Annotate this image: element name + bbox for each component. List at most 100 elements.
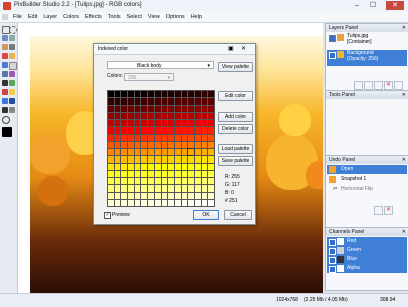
palette-swatch[interactable]: [194, 134, 201, 141]
palette-swatch[interactable]: [208, 178, 214, 185]
palette-swatch[interactable]: [154, 185, 161, 192]
palette-swatch[interactable]: [194, 178, 201, 185]
delete-layer-icon[interactable]: ✕: [384, 81, 393, 90]
palette-swatch[interactable]: [114, 185, 121, 192]
palette-swatch[interactable]: [128, 170, 134, 177]
palette-swatch[interactable]: [108, 178, 114, 185]
palette-swatch[interactable]: [194, 170, 201, 177]
palette-swatch[interactable]: [121, 105, 128, 112]
layer-visibility-checkbox[interactable]: [329, 35, 336, 42]
menu-effects[interactable]: Effects: [82, 14, 105, 20]
channel-visibility-checkbox[interactable]: [329, 248, 336, 255]
palette-swatch[interactable]: [148, 127, 154, 134]
menu-tools[interactable]: Tools: [105, 14, 124, 20]
undo-item-open[interactable]: Open: [327, 165, 407, 174]
palette-swatch[interactable]: [181, 127, 188, 134]
palette-swatch[interactable]: [188, 163, 194, 170]
palette-swatch[interactable]: [194, 98, 201, 105]
palette-swatch[interactable]: [121, 192, 128, 199]
palette-swatch[interactable]: [154, 134, 161, 141]
palette-swatch[interactable]: [141, 141, 148, 148]
palette-swatch[interactable]: [188, 120, 194, 127]
add-color-button[interactable]: Add color: [218, 112, 253, 122]
palette-swatch[interactable]: [148, 199, 154, 206]
palette-swatch[interactable]: [194, 163, 201, 170]
palette-swatch[interactable]: [181, 149, 188, 156]
palette-select[interactable]: Black body ▾: [107, 61, 214, 69]
palette-swatch[interactable]: [181, 105, 188, 112]
preview-checkbox[interactable]: ✓: [104, 212, 111, 219]
new-layer-icon[interactable]: [354, 81, 363, 90]
palette-swatch[interactable]: [161, 163, 168, 170]
close-button[interactable]: ✕: [386, 1, 404, 10]
palette-swatch[interactable]: [208, 170, 214, 177]
palette-swatch[interactable]: [148, 192, 154, 199]
palette-swatch[interactable]: [168, 134, 174, 141]
palette-swatch[interactable]: [201, 134, 208, 141]
brush-icon[interactable]: [9, 53, 15, 59]
palette-swatch[interactable]: [201, 185, 208, 192]
palette-swatch[interactable]: [174, 105, 181, 112]
palette-swatch[interactable]: [141, 105, 148, 112]
channel-row-blue[interactable]: Blue: [327, 255, 407, 264]
palette-swatch[interactable]: [161, 127, 168, 134]
palette-swatch[interactable]: [108, 149, 114, 156]
palette-swatch[interactable]: [154, 199, 161, 206]
palette-swatch[interactable]: [141, 149, 148, 156]
palette-swatch[interactable]: [208, 112, 214, 119]
palette-swatch[interactable]: [181, 120, 188, 127]
palette-swatch[interactable]: [188, 98, 194, 105]
palette-swatch[interactable]: [121, 134, 128, 141]
palette-swatch[interactable]: [181, 163, 188, 170]
palette-swatch[interactable]: [114, 98, 121, 105]
cancel-button[interactable]: Cancel: [224, 210, 252, 220]
palette-swatch[interactable]: [134, 98, 141, 105]
palette-swatch[interactable]: [108, 141, 114, 148]
palette-swatch[interactable]: [201, 105, 208, 112]
palette-swatch[interactable]: [128, 120, 134, 127]
palette-swatch[interactable]: [181, 185, 188, 192]
palette-swatch[interactable]: [108, 185, 114, 192]
palette-swatch[interactable]: [194, 127, 201, 134]
palette-swatch[interactable]: [181, 178, 188, 185]
palette-swatch[interactable]: [187, 147, 195, 157]
palette-swatch[interactable]: [141, 91, 148, 98]
palette-swatch[interactable]: [108, 156, 114, 163]
palette-swatch[interactable]: [168, 112, 174, 119]
palette-swatch[interactable]: [168, 105, 174, 112]
palette-swatch[interactable]: [168, 156, 174, 163]
palette-swatch[interactable]: [168, 141, 174, 148]
palette-swatch[interactable]: [201, 98, 208, 105]
palette-swatch[interactable]: [161, 91, 168, 98]
red-eye-icon[interactable]: [2, 89, 8, 95]
palette-swatch[interactable]: [128, 105, 134, 112]
palette-swatch[interactable]: [141, 178, 148, 185]
palette-swatch[interactable]: [208, 199, 214, 206]
palette-swatch[interactable]: [154, 120, 161, 127]
palette-swatch[interactable]: [168, 199, 174, 206]
palette-swatch[interactable]: [114, 199, 121, 206]
palette-swatch[interactable]: [128, 149, 134, 156]
menu-layer[interactable]: Layer: [40, 14, 60, 20]
palette-swatch[interactable]: [208, 149, 214, 156]
palette-swatch[interactable]: [181, 199, 188, 206]
lasso-icon[interactable]: [2, 35, 8, 41]
palette-swatch[interactable]: [141, 98, 148, 105]
menu-edit[interactable]: Edit: [25, 14, 40, 20]
palette-swatch[interactable]: [188, 112, 194, 119]
palette-swatch[interactable]: [128, 178, 134, 185]
palette-swatch[interactable]: [128, 163, 134, 170]
menu-help[interactable]: Help: [188, 14, 205, 20]
palette-swatch[interactable]: [208, 192, 214, 199]
palette-swatch[interactable]: [108, 127, 114, 134]
palette-swatch[interactable]: [148, 178, 154, 185]
magic-wand-icon[interactable]: [9, 35, 15, 41]
delete-color-button[interactable]: Delete color: [218, 124, 253, 134]
pencil-icon[interactable]: [2, 53, 8, 59]
palette-swatch[interactable]: [208, 120, 214, 127]
palette-swatch[interactable]: [174, 127, 181, 134]
palette-swatch[interactable]: [174, 185, 181, 192]
palette-swatch[interactable]: [128, 134, 134, 141]
palette-swatch[interactable]: [208, 127, 214, 134]
channel-row-green[interactable]: Green: [327, 246, 407, 255]
